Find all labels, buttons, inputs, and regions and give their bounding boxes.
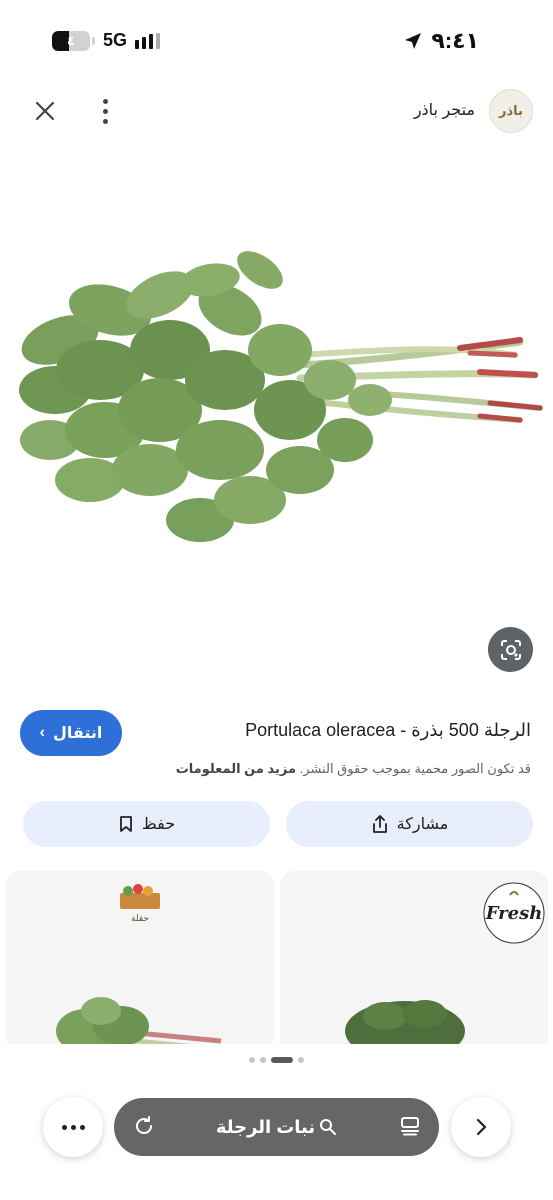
more-options-button[interactable] [43, 1097, 103, 1157]
lens-icon [500, 639, 521, 660]
status-bar: ٤ 5G ٩:٤١ [0, 0, 553, 80]
share-button[interactable]: مشاركة [286, 801, 533, 847]
right-logo-text: Fresh [485, 903, 543, 924]
site-name[interactable]: متجر باذر [414, 100, 475, 120]
battery-text: ٤ [67, 32, 75, 48]
page-dot-active [271, 1057, 293, 1063]
copyright-text: قد تكون الصور محمية بموجب حقوق النشر. [299, 761, 531, 776]
more-vert-icon[interactable] [92, 94, 118, 128]
more-info-link[interactable]: مزيد من المعلومات [176, 761, 296, 776]
visit-button[interactable]: ‹ انتقال [20, 710, 122, 756]
tabs-icon[interactable] [399, 1115, 421, 1137]
search-query-text: نبات الرجلة [215, 1116, 316, 1137]
visit-label: انتقال [52, 725, 103, 742]
refresh-icon[interactable] [132, 1114, 156, 1138]
share-icon [372, 815, 387, 833]
close-icon [35, 101, 55, 121]
next-button[interactable] [451, 1097, 511, 1157]
related-plant-right [345, 1000, 465, 1051]
lens-button[interactable] [488, 627, 533, 672]
purslane-image[interactable] [0, 150, 553, 690]
related-plant-left [56, 997, 222, 1051]
save-button[interactable]: حفظ [23, 801, 270, 847]
status-left: ٤ 5G [52, 30, 161, 51]
copyright-notice: قد تكون الصور محمية بموجب حقوق النشر. مز… [176, 761, 531, 777]
search-pill[interactable]: نبات الرجلة [114, 1098, 439, 1156]
page-dot [298, 1057, 304, 1063]
network-label: 5G [103, 30, 128, 50]
status-time: ٩:٤١ [431, 28, 479, 53]
related-card-right[interactable]: Fresh [280, 871, 548, 1051]
share-label: مشاركة [396, 816, 449, 833]
search-query[interactable]: نبات الرجلة [216, 1117, 337, 1138]
battery-icon: ٤ [52, 30, 90, 51]
chevron-right-icon [476, 1118, 487, 1136]
page-dot [249, 1057, 255, 1063]
bookmark-icon [120, 816, 132, 832]
store-logo: حقلة [120, 884, 160, 924]
battery-nub [92, 36, 95, 45]
fresh-logo: Fresh [483, 882, 545, 944]
close-button[interactable] [30, 96, 60, 126]
result-title: الرجلة 500 بذرة - Portulaca oleracea [245, 720, 531, 740]
site-logo[interactable]: باذر [489, 89, 533, 133]
page-dot [260, 1057, 266, 1063]
chevron-left-icon: ‹ [39, 724, 45, 741]
signal-icon [135, 32, 161, 49]
related-card-left[interactable]: حقلة [6, 871, 274, 1051]
location-arrow-icon [405, 33, 422, 49]
viewer-header: متجر باذر باذر [0, 82, 553, 140]
page-dots [0, 1057, 553, 1063]
search-icon [320, 1119, 337, 1135]
left-logo-text: حقلة [131, 914, 149, 924]
save-label: حفظ [141, 816, 176, 833]
leaves [19, 251, 392, 542]
status-right: ٩:٤١ [403, 28, 479, 54]
